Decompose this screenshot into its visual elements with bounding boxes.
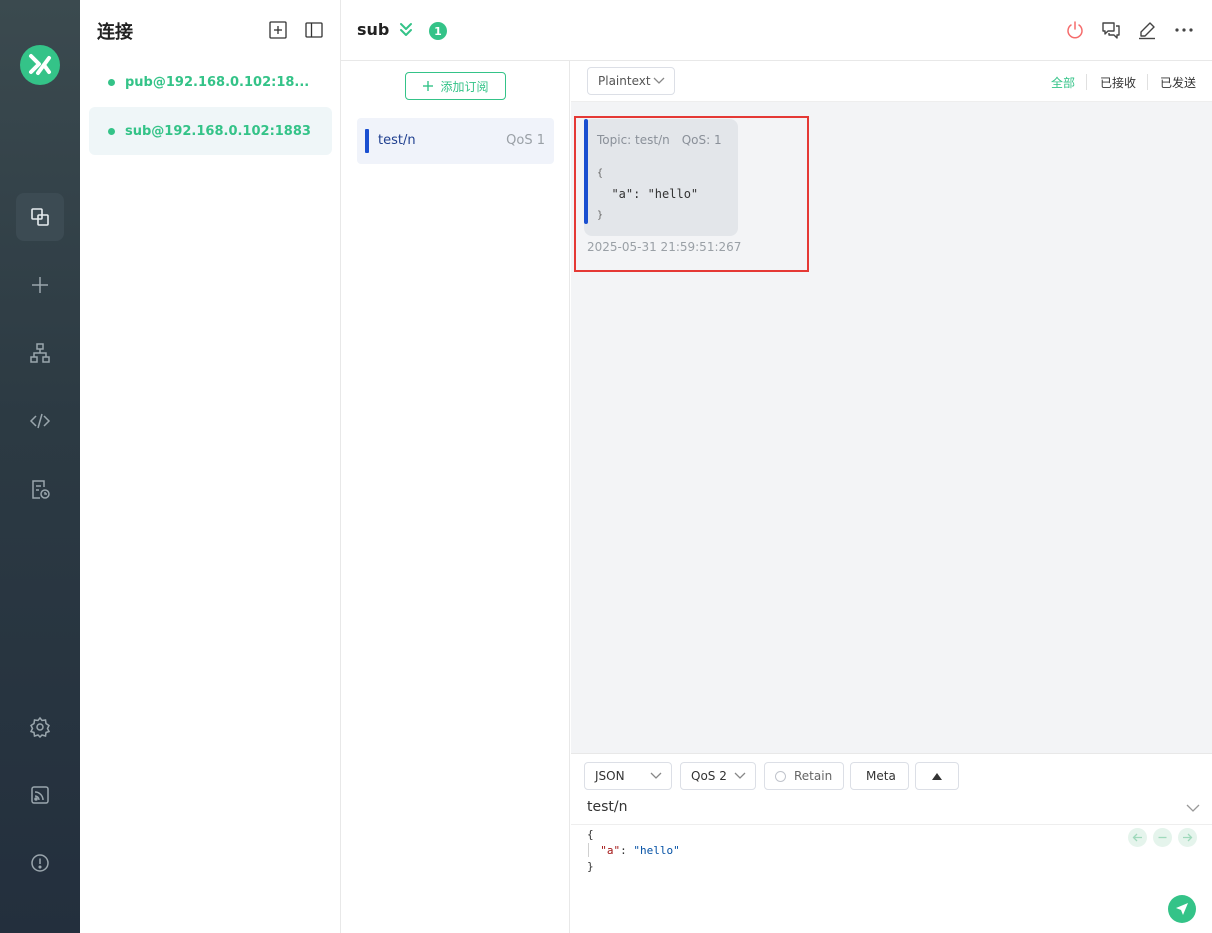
log-icon[interactable] [16, 465, 64, 513]
retain-toggle[interactable]: Retain [764, 762, 844, 790]
settings-icon[interactable] [16, 703, 64, 751]
history-prev-icon[interactable] [1128, 828, 1147, 847]
more-icon[interactable] [1173, 19, 1195, 41]
message-timestamp: 2025-05-31 21:59:51:267 [587, 240, 742, 254]
expand-editor-button[interactable] [915, 762, 959, 790]
meta-label: Meta [866, 769, 896, 783]
connection-item-sub[interactable]: sub@192.168.0.102:1883 [89, 107, 332, 155]
history-next-icon[interactable] [1178, 828, 1197, 847]
publish-panel: JSON QoS 2 Retain Meta test/n { "a": "he… [571, 753, 1212, 933]
caret-up-icon [932, 772, 942, 780]
topic-color-bar [584, 119, 588, 224]
payload-format-select[interactable]: Plaintext [587, 67, 675, 95]
divider [1086, 74, 1087, 90]
subscription-topic: test/n [378, 133, 416, 148]
disconnect-icon[interactable] [1064, 19, 1086, 41]
collapse-details-icon[interactable] [399, 21, 413, 41]
payload-editor[interactable]: { "a": "hello"} [587, 827, 680, 875]
subscription-count-badge: 1 [429, 22, 447, 40]
divider [571, 824, 1212, 825]
topology-icon[interactable] [16, 329, 64, 377]
connection-item-pub[interactable]: pub@192.168.0.102:18... [89, 58, 332, 106]
messages-list: Topic: test/n QoS: 1 { "a": "hello"} 2025… [571, 102, 1212, 753]
message-qos: QoS: 1 [681, 133, 722, 147]
add-subscription-label: 添加订阅 [440, 79, 489, 94]
connection-name: sub@192.168.0.102:1883 [125, 123, 311, 139]
radio-icon [775, 770, 786, 782]
plus-icon [423, 81, 434, 91]
publish-qos-select[interactable]: QoS 2 [680, 762, 756, 790]
connections-icon[interactable] [16, 193, 64, 241]
subscription-item[interactable]: test/n QoS 1 [357, 118, 554, 164]
logo-icon [20, 45, 60, 85]
divider [1147, 74, 1148, 90]
script-icon[interactable] [16, 397, 64, 445]
send-icon [1176, 903, 1188, 915]
filter-all[interactable]: 全部 [1051, 74, 1075, 91]
message-topic: Topic: test/n QoS: 1 [597, 133, 722, 147]
connection-header: sub 1 [341, 0, 1212, 61]
publish-format-value: JSON [595, 769, 625, 783]
retain-label: Retain [794, 769, 833, 783]
status-dot [108, 127, 115, 135]
chat-icon[interactable] [1100, 19, 1122, 41]
message-payload: { "a": "hello"} [597, 168, 699, 221]
chevron-down-icon [650, 772, 662, 779]
chevron-down-icon [734, 772, 746, 779]
edit-icon[interactable] [1136, 19, 1158, 41]
status-dot [108, 78, 115, 86]
new-connection-icon[interactable] [16, 261, 64, 309]
payload-format-value: Plaintext [598, 74, 651, 88]
left-rail [0, 0, 80, 933]
history-clear-icon[interactable] [1153, 828, 1172, 847]
publish-topic-input[interactable]: test/n [587, 799, 627, 815]
connection-title: sub [357, 20, 390, 39]
connections-panel: 连接 pub@192.168.0.102:18... sub@192.168.0… [80, 0, 341, 933]
add-subscription-button[interactable]: 添加订阅 [405, 72, 506, 100]
connections-title: 连接 [97, 22, 133, 43]
new-window-icon[interactable] [268, 20, 288, 40]
chevron-down-icon[interactable] [1186, 804, 1200, 813]
topic-color-bar [365, 129, 369, 153]
meta-button[interactable]: Meta [850, 762, 909, 790]
chevron-down-icon [653, 77, 665, 84]
feed-icon[interactable] [16, 771, 64, 819]
message-bubble[interactable]: Topic: test/n QoS: 1 { "a": "hello"} [584, 119, 738, 236]
subscriptions-panel: 添加订阅 test/n QoS 1 [341, 61, 570, 933]
publish-qos-value: QoS 2 [691, 769, 727, 783]
filter-received[interactable]: 已接收 [1100, 74, 1136, 91]
filter-sent[interactable]: 已发送 [1160, 74, 1196, 91]
connection-name: pub@192.168.0.102:18... [125, 74, 310, 90]
messages-toolbar: Plaintext 全部 已接收 已发送 [571, 61, 1212, 102]
about-icon[interactable] [16, 839, 64, 887]
publish-format-select[interactable]: JSON [584, 762, 672, 790]
send-button[interactable] [1168, 895, 1196, 923]
collapse-sidebar-icon[interactable] [304, 20, 324, 40]
subscription-qos: QoS 1 [506, 133, 545, 148]
